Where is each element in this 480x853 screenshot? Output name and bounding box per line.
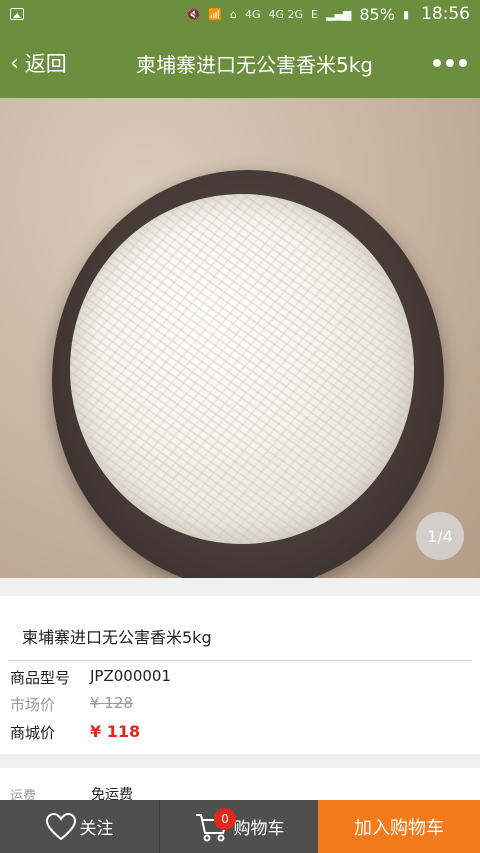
gallery-pager-indicator: 1/4 — [416, 512, 464, 560]
image-notification-icon — [10, 8, 24, 20]
battery-percent: 85% — [359, 4, 395, 24]
more-dot-icon — [433, 59, 441, 67]
product-image-gallery[interactable]: 1/4 — [0, 98, 480, 578]
more-dot-icon — [459, 59, 467, 67]
model-label: 商品型号 — [10, 669, 71, 687]
network-4g-2g-label: 4G 2G — [268, 7, 304, 21]
signal-e-label: E — [311, 7, 318, 21]
product-name: 柬埔寨进口无公害香米5kg — [22, 628, 212, 647]
back-label: 返回 — [24, 52, 67, 76]
status-time: 18:56 — [421, 4, 470, 24]
chevron-left-icon: ‹ — [10, 50, 19, 76]
back-button[interactable]: ‹ 返回 — [0, 48, 95, 78]
favorite-button[interactable]: 关注 — [0, 800, 159, 853]
top-navbar: ‹ 返回 柬埔寨进口无公害香米5kg — [0, 28, 480, 98]
page-title: 柬埔寨进口无公害香米5kg — [135, 52, 373, 77]
add-to-cart-button[interactable]: 加入购物车 — [318, 800, 480, 853]
mall-price-row: 商城价 ¥ 118 — [10, 722, 140, 743]
more-dot-icon — [446, 59, 454, 67]
divider — [8, 660, 472, 661]
cart-count-badge: 0 — [214, 808, 236, 830]
bottom-action-bar: 关注 0 购物车 加入购物车 — [0, 800, 480, 853]
model-row: 商品型号 JPZ000001 — [10, 667, 171, 688]
heart-icon — [45, 812, 76, 840]
mall-price-label: 商城价 — [10, 724, 56, 742]
more-options-button[interactable] — [420, 59, 480, 67]
market-price-row: 市场价 ¥ 128 — [10, 694, 133, 715]
wifi-icon: 📶 — [208, 7, 222, 21]
market-price-label: 市场价 — [10, 696, 56, 714]
favorite-label: 关注 — [79, 819, 114, 839]
cart-button[interactable]: 0 购物车 — [159, 800, 318, 853]
product-image-rice — [70, 194, 414, 544]
signal-icon: ▂▄▆ — [325, 7, 352, 21]
battery-icon: ▮ — [402, 7, 409, 21]
mall-price-value: ¥ 118 — [90, 722, 141, 741]
status-bar: 🔇 📶 ⌂ 4G 4G 2G E ▂▄▆ 85% ▮ 18:56 — [0, 0, 480, 28]
product-info-card: 柬埔寨进口无公害香米5kg 商品型号 JPZ000001 市场价 ¥ 128 商… — [0, 596, 480, 754]
home-icon: ⌂ — [229, 7, 237, 21]
mute-icon: 🔇 — [186, 7, 201, 21]
model-value: JPZ000001 — [90, 667, 172, 685]
market-price-value: ¥ 128 — [90, 694, 133, 712]
network-4g-label: 4G — [244, 7, 261, 21]
cart-label: 购物车 — [233, 819, 285, 839]
